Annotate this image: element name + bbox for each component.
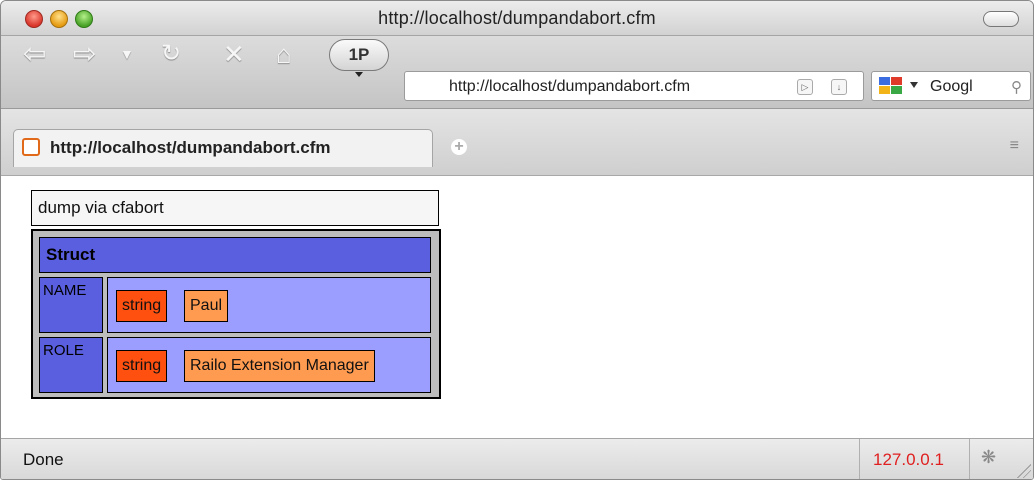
struct-dump: Struct NAME string Paul ROLE string Rail… xyxy=(31,229,441,399)
search-bar[interactable]: Googl ⚲ xyxy=(871,71,1031,101)
status-host[interactable]: 127.0.0.1 xyxy=(873,450,944,470)
reload-icon[interactable]: ↻ xyxy=(161,40,181,68)
address-input[interactable]: http://localhost/dumpandabort.cfm xyxy=(449,78,690,96)
magnifier-icon[interactable]: ⚲ xyxy=(1011,78,1022,96)
tab-bar: http://localhost/dumpandabort.cfm + ≡ xyxy=(1,109,1033,176)
type-badge-string[interactable]: string xyxy=(116,350,168,382)
struct-key-name[interactable]: NAME xyxy=(39,277,103,333)
page-favicon-icon xyxy=(22,138,40,156)
status-divider xyxy=(969,439,970,479)
resize-grip[interactable] xyxy=(1017,464,1031,478)
bug-icon[interactable]: ❋ xyxy=(981,447,996,468)
stop-icon[interactable]: ✕ xyxy=(223,40,245,68)
page-content: dump via cfabort Struct NAME string Paul… xyxy=(1,176,1033,438)
browser-window: http://localhost/dumpandabort.cfm ⇦ ⇨ ▼ … xyxy=(0,0,1034,480)
tab-dumpandabort[interactable]: http://localhost/dumpandabort.cfm xyxy=(13,129,433,167)
struct-header[interactable]: Struct xyxy=(39,237,431,273)
history-dropdown-icon[interactable]: ▼ xyxy=(120,40,134,68)
struct-key-role[interactable]: ROLE xyxy=(39,337,103,393)
status-text: Done xyxy=(23,450,64,469)
value-cell: Railo Extension Manager xyxy=(184,350,375,382)
onepassword-button[interactable]: 1P xyxy=(329,39,389,71)
struct-value-name: string Paul xyxy=(107,277,431,333)
status-bar: Done 127.0.0.1 ❋ xyxy=(1,438,1033,479)
search-input[interactable]: Googl xyxy=(930,78,973,96)
value-cell: Paul xyxy=(184,290,229,322)
forward-arrow-icon[interactable]: ⇨ xyxy=(73,40,96,68)
search-engine-dropdown-icon[interactable] xyxy=(910,82,918,88)
type-badge-string[interactable]: string xyxy=(116,290,168,322)
google-icon[interactable] xyxy=(878,76,904,96)
toolbar-toggle-button[interactable] xyxy=(983,11,1019,27)
navigation-toolbar: ⇦ ⇨ ▼ ↻ ✕ ⌂ 1P http://localhost/dumpanda… xyxy=(1,36,1033,109)
struct-value-role: string Railo Extension Manager xyxy=(107,337,431,393)
tab-label: http://localhost/dumpandabort.cfm xyxy=(50,138,331,157)
bookmark-icon[interactable]: ↓ xyxy=(831,79,847,95)
dump-heading: dump via cfabort xyxy=(31,190,439,226)
rss-icon[interactable]: ▷ xyxy=(797,79,813,95)
window-title: http://localhost/dumpandabort.cfm xyxy=(378,8,656,28)
plus-icon[interactable]: + xyxy=(451,139,467,155)
status-divider xyxy=(859,439,860,479)
title-bar: http://localhost/dumpandabort.cfm xyxy=(1,1,1033,36)
onepassword-dropdown-icon[interactable] xyxy=(355,72,363,77)
back-arrow-icon[interactable]: ⇦ xyxy=(23,40,46,68)
home-icon[interactable]: ⌂ xyxy=(276,40,292,68)
tab-list-icon[interactable]: ≡ xyxy=(1010,137,1019,155)
address-bar[interactable]: http://localhost/dumpandabort.cfm ▷ ↓ xyxy=(404,71,864,101)
